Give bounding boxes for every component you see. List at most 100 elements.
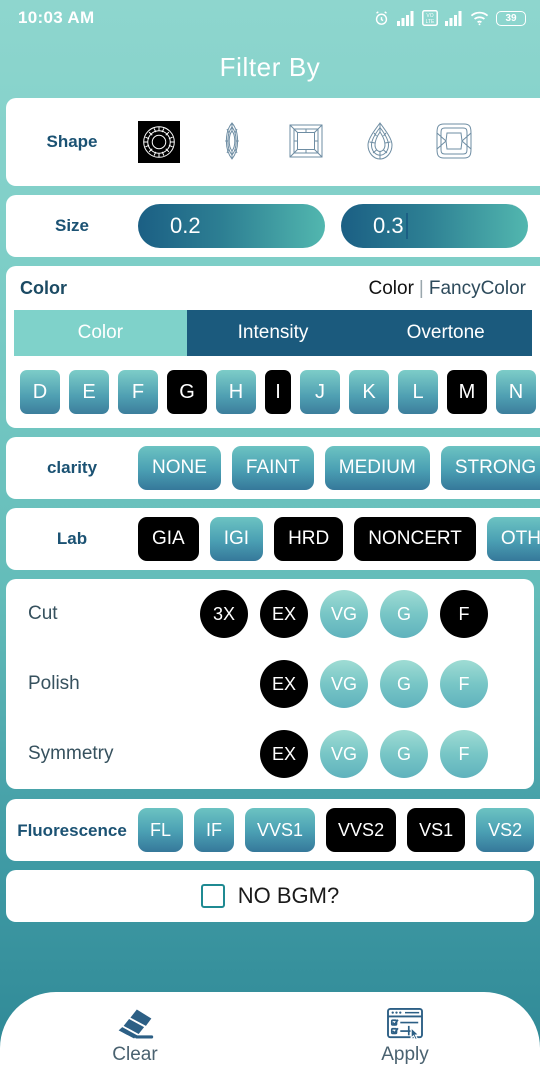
battery-icon: 39	[496, 10, 526, 26]
polish-label: Polish	[28, 673, 80, 694]
bottom-bar: Clear Apply	[0, 992, 540, 1080]
color-mode-primary[interactable]: Color	[369, 278, 414, 299]
bgm-checkbox[interactable]	[200, 884, 225, 908]
color-grade-chip[interactable]: M	[447, 370, 487, 414]
clarity-row: clarity NONE FAINT MEDIUM STRONG	[6, 437, 540, 499]
color-grade-chip[interactable]: K	[349, 370, 389, 414]
cut-option-f[interactable]: F	[440, 590, 488, 638]
eraser-icon	[118, 1008, 154, 1039]
tab-intensity[interactable]: Intensity	[186, 310, 360, 356]
fluorescence-option-if[interactable]: IF	[194, 808, 235, 852]
apply-button[interactable]: Apply	[270, 1007, 540, 1066]
color-mode-fancycolor[interactable]: FancyColor	[429, 278, 526, 299]
color-grade-chip[interactable]: I	[265, 370, 291, 414]
size-label: Size	[54, 216, 90, 235]
cut-option-vg[interactable]: VG	[320, 590, 368, 638]
clarity-label: clarity	[46, 458, 98, 477]
cut-option-g[interactable]: G	[380, 590, 428, 638]
size-to-input[interactable]: 0.3	[341, 204, 528, 248]
fluorescence-option-vvs1[interactable]: VVS1	[245, 808, 316, 852]
grading-card: Cut 3X EX VG G F Polish EX VG G F Symmet…	[6, 579, 534, 789]
alarm-icon	[375, 10, 388, 25]
clarity-option[interactable]: STRONG	[440, 446, 540, 490]
lab-option-gia[interactable]: GIA	[138, 517, 199, 561]
shape-option-princess[interactable]	[286, 121, 328, 163]
cut-option-ex[interactable]: EX	[260, 590, 308, 638]
color-mode-toggle[interactable]: Color | FancyColor	[369, 278, 527, 300]
lab-row: Lab GIA IGI HRD NONCERT OTHER	[6, 508, 540, 570]
cut-options: 3X EX VG G F	[138, 590, 534, 638]
svg-text:LTE: LTE	[426, 19, 435, 25]
clear-label: Clear	[112, 1043, 158, 1065]
color-grade-chip[interactable]: J	[300, 370, 340, 414]
polish-option-vg[interactable]: VG	[320, 660, 368, 708]
size-from-value: 0.2	[170, 213, 201, 238]
symmetry-row: Symmetry EX VG G F	[6, 719, 534, 789]
shape-option-cushion[interactable]	[434, 121, 476, 163]
size-to-value: 0.3	[373, 213, 404, 238]
symmetry-option-g[interactable]: G	[380, 730, 428, 778]
shape-option-pear[interactable]	[360, 121, 402, 163]
symmetry-option-vg[interactable]: VG	[320, 730, 368, 778]
size-card: Size 0.2 0.3	[6, 195, 540, 257]
apply-label: Apply	[381, 1043, 429, 1065]
color-grade-chip[interactable]: N	[496, 370, 536, 414]
signal-icon	[397, 10, 414, 26]
signal-icon	[445, 10, 462, 26]
color-grade-chip[interactable]: E	[69, 370, 109, 414]
tab-color[interactable]: Color	[14, 310, 187, 356]
color-grade-list[interactable]: D E F G H I J K L M N O	[6, 356, 540, 428]
fluorescence-option-fl[interactable]: FL	[138, 808, 184, 852]
fluorescence-option-vs2[interactable]: VS2	[476, 808, 535, 852]
lab-option-noncert[interactable]: NONCERT	[354, 517, 476, 561]
clarity-options: NONE FAINT MEDIUM STRONG	[138, 446, 540, 490]
clarity-option[interactable]: NONE	[138, 446, 221, 490]
color-label: Color	[20, 278, 67, 298]
lab-option-igi[interactable]: IGI	[209, 517, 264, 561]
status-time: 10:03 AM	[18, 8, 95, 27]
fluorescence-options: FL IF VVS1 VVS2 VS1 VS2	[138, 808, 540, 852]
size-inputs: 0.2 0.3	[138, 204, 540, 248]
clarity-option[interactable]: FAINT	[231, 446, 314, 490]
shape-row: Shape	[6, 98, 540, 186]
size-from-input[interactable]: 0.2	[138, 204, 325, 248]
bgm-card: NO BGM?	[6, 870, 534, 922]
color-header: Color Color | FancyColor	[6, 266, 540, 310]
clarity-card: clarity NONE FAINT MEDIUM STRONG	[6, 437, 540, 499]
color-mode-separator: |	[418, 278, 424, 299]
fluorescence-option-vvs2[interactable]: VVS2	[326, 808, 397, 852]
tab-overtone[interactable]: Overtone	[359, 310, 533, 356]
shape-label: Shape	[46, 132, 98, 151]
status-bar: 10:03 AM VO LTE 39	[0, 0, 540, 36]
color-tabs: Color Intensity Overtone	[14, 310, 533, 356]
symmetry-options: EX VG G F	[138, 730, 534, 778]
color-grade-chip[interactable]: L	[398, 370, 438, 414]
lab-options: GIA IGI HRD NONCERT OTHER	[138, 517, 540, 561]
color-grade-chip[interactable]: H	[216, 370, 256, 414]
symmetry-option-f[interactable]: F	[440, 730, 488, 778]
status-icons: VO LTE 39	[373, 10, 526, 27]
lab-option-hrd[interactable]: HRD	[274, 517, 344, 561]
cut-option-3x[interactable]: 3X	[200, 590, 248, 638]
fluorescence-option-vs1[interactable]: VS1	[407, 808, 466, 852]
lab-option-other[interactable]: OTHER	[486, 517, 540, 561]
volte-icon: VO LTE	[422, 10, 438, 26]
fluorescence-label: Fluorescence	[17, 820, 127, 840]
bgm-label: NO BGM?	[237, 883, 340, 908]
shape-options	[138, 121, 540, 163]
color-grade-chip[interactable]: G	[167, 370, 207, 414]
shape-option-round[interactable]	[138, 121, 180, 163]
polish-option-f[interactable]: F	[440, 660, 488, 708]
symmetry-option-ex[interactable]: EX	[260, 730, 308, 778]
clear-button[interactable]: Clear	[0, 1007, 270, 1066]
polish-option-g[interactable]: G	[380, 660, 428, 708]
color-grade-chip[interactable]: F	[118, 370, 158, 414]
form-checklist-icon	[387, 1007, 423, 1040]
clarity-option[interactable]: MEDIUM	[324, 446, 430, 490]
shape-option-marquise[interactable]	[212, 121, 254, 163]
color-grade-chip[interactable]: D	[20, 370, 60, 414]
wifi-icon	[470, 11, 489, 25]
polish-option-ex[interactable]: EX	[260, 660, 308, 708]
text-cursor	[405, 213, 408, 239]
polish-row: Polish EX VG G F	[6, 649, 534, 719]
